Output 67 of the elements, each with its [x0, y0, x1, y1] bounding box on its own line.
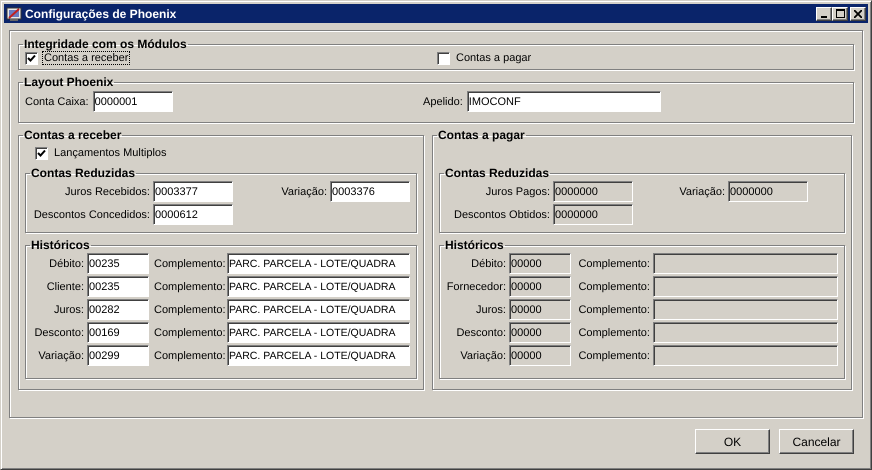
field-label: Complemento:	[577, 304, 650, 316]
field-label: Variação:	[459, 350, 506, 362]
input-field[interactable]: PARC. PARCELA - LOTE/QUADRA	[227, 276, 410, 297]
field-label: Complemento:	[153, 258, 224, 270]
field-label: Cliente:	[46, 280, 84, 292]
close-button[interactable]	[850, 6, 866, 20]
input-field[interactable]: 0003376	[330, 181, 410, 202]
field-label: Juros Recebidos:	[64, 186, 150, 198]
field-label: Desconto:	[455, 326, 506, 338]
input-field[interactable]: 0000001	[92, 91, 173, 112]
input-field[interactable]: 0003377	[153, 181, 233, 202]
field-label: Complemento:	[577, 326, 650, 338]
minimize-button[interactable]	[816, 6, 832, 20]
input-field[interactable]: IMOCONF	[466, 91, 661, 112]
input-field[interactable]: 00282	[87, 299, 149, 320]
input-field[interactable]: 00169	[87, 322, 149, 343]
window-title: Configurações de Phoenix	[25, 6, 178, 20]
field-label: Variação:	[37, 350, 84, 362]
checkbox-label[interactable]: Contas a receber	[42, 51, 130, 65]
field-label: Complemento:	[577, 280, 650, 292]
group-title: Históricos	[444, 238, 505, 252]
group-title: Contas Reduzidas	[30, 166, 136, 180]
field-label: Variação:	[280, 186, 327, 198]
minimize-icon	[821, 16, 827, 18]
group-title: Contas a receber	[23, 128, 122, 142]
field-label: Descontos Obtidos:	[453, 208, 550, 220]
field-label: Juros:	[53, 304, 84, 316]
checkbox[interactable]	[35, 146, 48, 160]
field-label: Débito:	[470, 258, 506, 270]
input-field[interactable]: PARC. PARCELA - LOTE/QUADRA	[227, 345, 410, 366]
group-title: Layout Phoenix	[23, 75, 114, 89]
field-label: Complemento:	[153, 326, 224, 338]
checkbox-label[interactable]: Lançamentos Multiplos	[52, 146, 169, 160]
field-label: Apelido:	[423, 96, 463, 108]
maximize-icon	[836, 9, 844, 18]
checkbox[interactable]	[25, 52, 38, 64]
field-label: Variação:	[678, 186, 725, 198]
group-title: Contas a pagar	[437, 128, 526, 142]
field-label: Débito:	[48, 258, 84, 270]
field-label: Complemento:	[577, 258, 650, 270]
field-label: Juros:	[475, 304, 506, 316]
input-field[interactable]: 00235	[87, 253, 149, 274]
ok-button[interactable]: OK	[695, 429, 770, 454]
field-label: Conta Caixa:	[25, 96, 89, 108]
input-field[interactable]: PARC. PARCELA - LOTE/QUADRA	[227, 299, 410, 320]
input-field[interactable]: 0000612	[153, 204, 233, 225]
input-field[interactable]: 00299	[87, 345, 149, 366]
maximize-button[interactable]	[832, 6, 848, 20]
field-label: Juros Pagos:	[484, 186, 550, 198]
field-label: Complemento:	[577, 350, 650, 362]
field-label: Complemento:	[153, 280, 224, 292]
field-label: Desconto:	[33, 326, 84, 338]
field-label: Descontos Concedidos:	[32, 208, 150, 220]
close-icon	[854, 10, 862, 18]
field-label: Fornecedor:	[446, 280, 506, 292]
group-title: Contas Reduzidas	[444, 166, 550, 180]
input-field[interactable]: 00235	[87, 276, 149, 297]
cancel-button[interactable]: Cancelar	[779, 429, 854, 454]
app-icon	[6, 6, 22, 22]
group-title: Históricos	[30, 238, 91, 252]
input-field[interactable]: PARC. PARCELA - LOTE/QUADRA	[227, 253, 410, 274]
checkbox[interactable]	[437, 52, 450, 64]
input-field[interactable]: PARC. PARCELA - LOTE/QUADRA	[227, 322, 410, 343]
field-label: Complemento:	[153, 304, 224, 316]
checkbox-label[interactable]: Contas a pagar	[454, 51, 534, 65]
group-title: Integridade com os Módulos	[23, 37, 188, 51]
field-label: Complemento:	[153, 350, 224, 362]
